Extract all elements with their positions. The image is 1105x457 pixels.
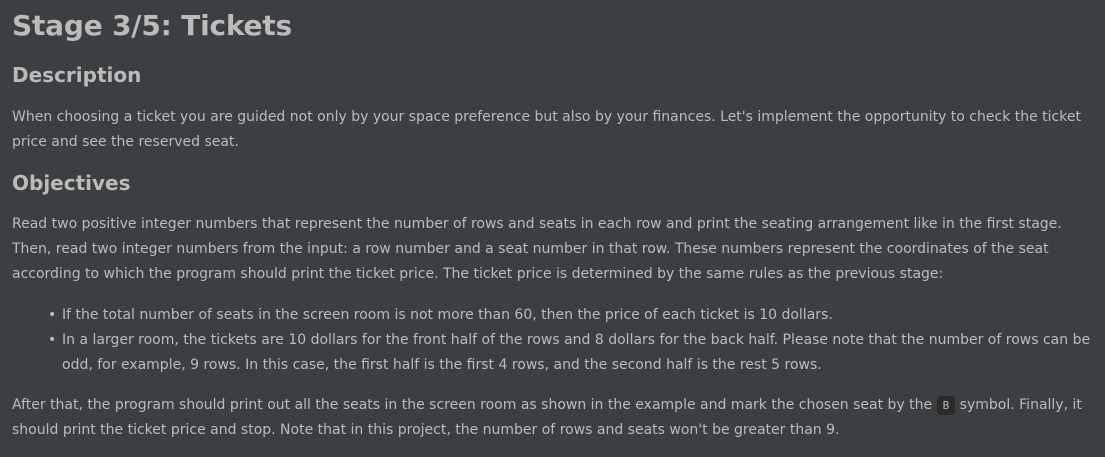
bullet-text: In a larger room, the tickets are 10 dol… [62,332,1091,373]
description-heading: Description [12,63,142,87]
stage-page: Stage 3/5: Tickets Description When choo… [0,0,1105,457]
description-text: When choosing a ticket you are guided no… [12,109,1081,150]
objectives-final-paragraph: After that, the program should print out… [12,393,1093,443]
bullet-text: If the total number of seats in the scre… [62,307,833,323]
page-title: Stage 3/5: Tickets [12,9,292,42]
objectives-heading: Objectives [12,171,131,195]
bullet-item: • In a larger room, the tickets are 10 d… [48,328,1093,378]
final-text-before-code: After that, the program should print out… [12,397,933,413]
code-symbol: B [936,396,956,415]
objectives-bullet-list: • If the total number of seats in the sc… [12,303,1093,378]
bullet-item: • If the total number of seats in the sc… [48,303,1093,328]
bullet-dot-icon: • [48,332,57,348]
bullet-dot-icon: • [48,307,57,323]
objectives-intro: Read two positive integer numbers that r… [12,216,1062,282]
